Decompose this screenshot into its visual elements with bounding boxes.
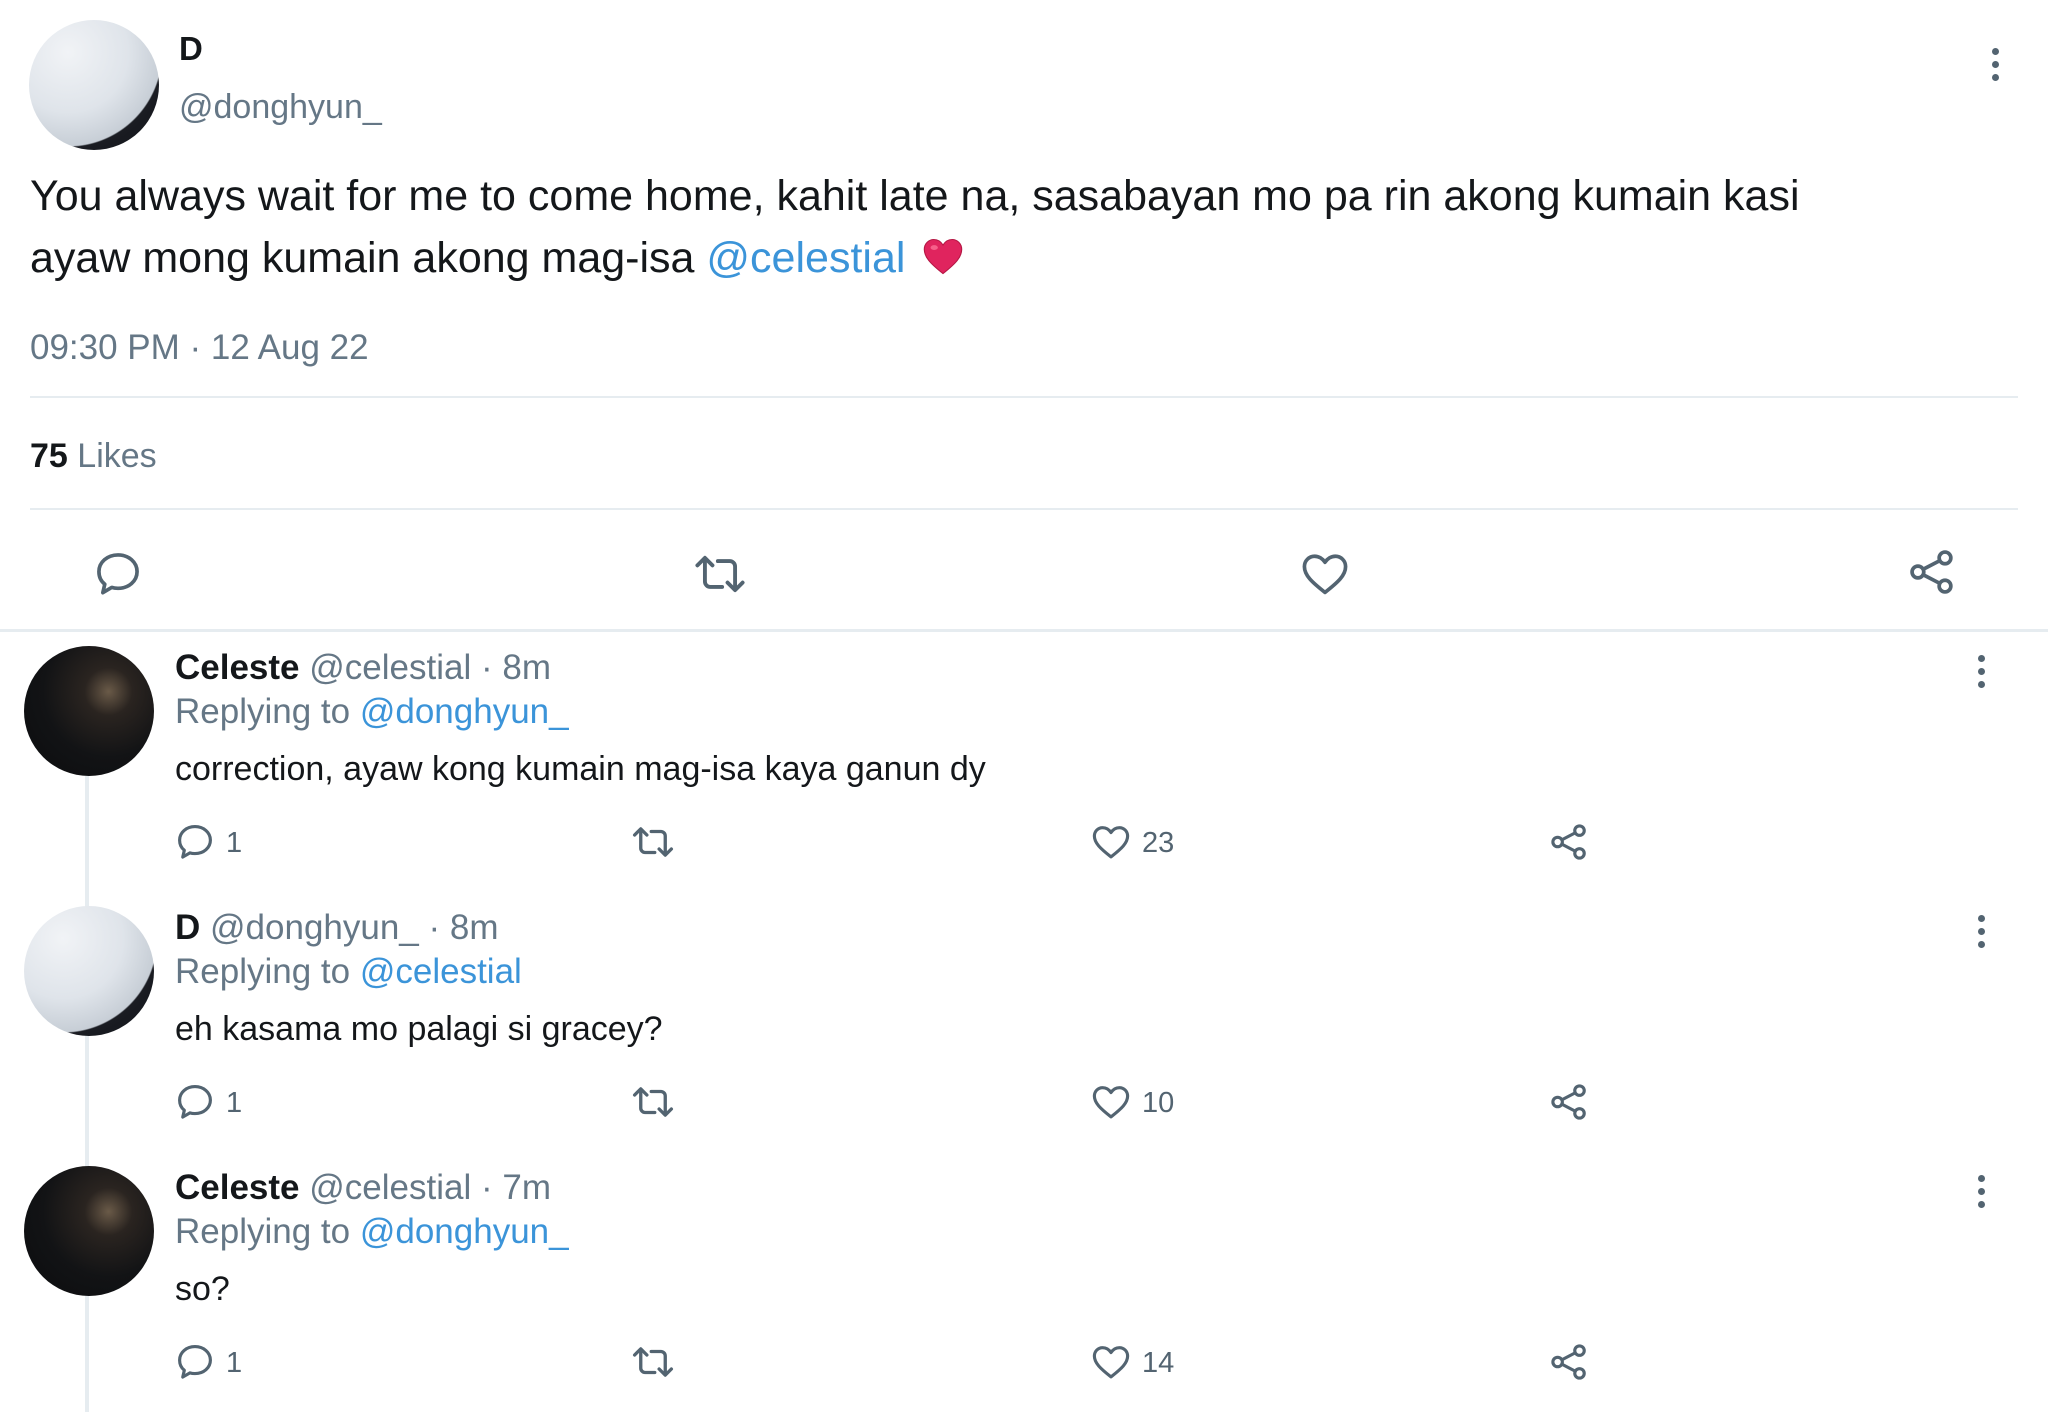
- tweet-text: ayaw mong kumain akong mag-isa: [30, 234, 695, 282]
- share-icon[interactable]: [1548, 1341, 1590, 1388]
- reply-count: 1: [226, 827, 243, 859]
- reply-header: D @donghyun_ · 8m: [175, 908, 499, 948]
- like-count: 10: [1142, 1087, 1175, 1119]
- avatar[interactable]: [24, 906, 154, 1036]
- reply-header: Celeste @celestial · 8m: [175, 648, 551, 688]
- like-count: 14: [1142, 1347, 1175, 1379]
- reply-text: so?: [175, 1270, 230, 1308]
- thread-line: [85, 776, 89, 1412]
- display-name[interactable]: Celeste: [175, 1168, 300, 1207]
- more-icon[interactable]: [1976, 915, 1986, 948]
- share-icon[interactable]: [1906, 546, 1958, 603]
- replying-to-link[interactable]: @celestial: [360, 952, 522, 991]
- reply-icon[interactable]: [174, 821, 216, 868]
- replying-to-label: Replying to: [175, 952, 351, 991]
- tweet-text-line-1: You always wait for me to come home, kah…: [30, 172, 1800, 220]
- reply-text: correction, ayaw kong kumain mag-isa kay…: [175, 750, 986, 788]
- avatar[interactable]: [24, 1166, 154, 1296]
- replying-to-label: Replying to: [175, 692, 351, 731]
- timestamp[interactable]: 09:30 PM · 12 Aug 22: [30, 328, 369, 368]
- retweet-icon[interactable]: [630, 821, 676, 868]
- reply-text: eh kasama mo palagi si gracey?: [175, 1010, 663, 1048]
- replying-to: Replying to @donghyun_: [175, 692, 569, 732]
- more-icon[interactable]: [1990, 48, 2000, 81]
- reply-icon[interactable]: [174, 1081, 216, 1128]
- replying-to-link[interactable]: @donghyun_: [360, 692, 569, 731]
- avatar[interactable]: [24, 646, 154, 776]
- reply-time: · 8m: [428, 908, 499, 947]
- replying-to-link[interactable]: @donghyun_: [360, 1212, 569, 1251]
- reply-time: · 7m: [480, 1168, 551, 1207]
- retweet-icon[interactable]: [630, 1341, 676, 1388]
- handle[interactable]: @celestial: [309, 1168, 471, 1207]
- handle[interactable]: @donghyun_: [210, 908, 419, 947]
- likes-label: Likes: [77, 437, 157, 475]
- retweet-icon[interactable]: [630, 1081, 676, 1128]
- handle[interactable]: @celestial: [309, 648, 471, 687]
- mention-link[interactable]: @celestial: [706, 234, 905, 282]
- like-icon[interactable]: [1299, 548, 1351, 605]
- reply-time: · 8m: [480, 648, 551, 687]
- handle[interactable]: @donghyun_: [179, 88, 382, 127]
- section-divider: [0, 629, 2048, 632]
- like-count: 23: [1142, 827, 1175, 859]
- more-icon[interactable]: [1976, 1175, 1986, 1208]
- likes-count: 75: [30, 437, 68, 475]
- reply-icon[interactable]: [92, 548, 144, 605]
- share-icon[interactable]: [1548, 821, 1590, 868]
- divider: [30, 396, 2018, 398]
- like-icon[interactable]: [1090, 821, 1132, 868]
- reply-header: Celeste @celestial · 7m: [175, 1168, 551, 1208]
- like-icon[interactable]: [1090, 1081, 1132, 1128]
- replying-to-label: Replying to: [175, 1212, 351, 1251]
- more-icon[interactable]: [1976, 655, 1986, 688]
- heart-emoji: [921, 234, 965, 289]
- display-name[interactable]: D: [175, 908, 200, 947]
- share-icon[interactable]: [1548, 1081, 1590, 1128]
- reply-count: 1: [226, 1347, 243, 1379]
- avatar[interactable]: [29, 20, 159, 150]
- likes-stat[interactable]: 75 Likes: [30, 437, 157, 476]
- reply-icon[interactable]: [174, 1341, 216, 1388]
- divider: [30, 508, 2018, 510]
- reply-count: 1: [226, 1087, 243, 1119]
- retweet-icon[interactable]: [692, 548, 748, 605]
- tweet-text-line-2: ayaw mong kumain akong mag-isa @celestia…: [30, 234, 965, 289]
- display-name[interactable]: Celeste: [175, 648, 300, 687]
- replying-to: Replying to @celestial: [175, 952, 522, 992]
- display-name[interactable]: D: [179, 30, 203, 68]
- like-icon[interactable]: [1090, 1341, 1132, 1388]
- replying-to: Replying to @donghyun_: [175, 1212, 569, 1252]
